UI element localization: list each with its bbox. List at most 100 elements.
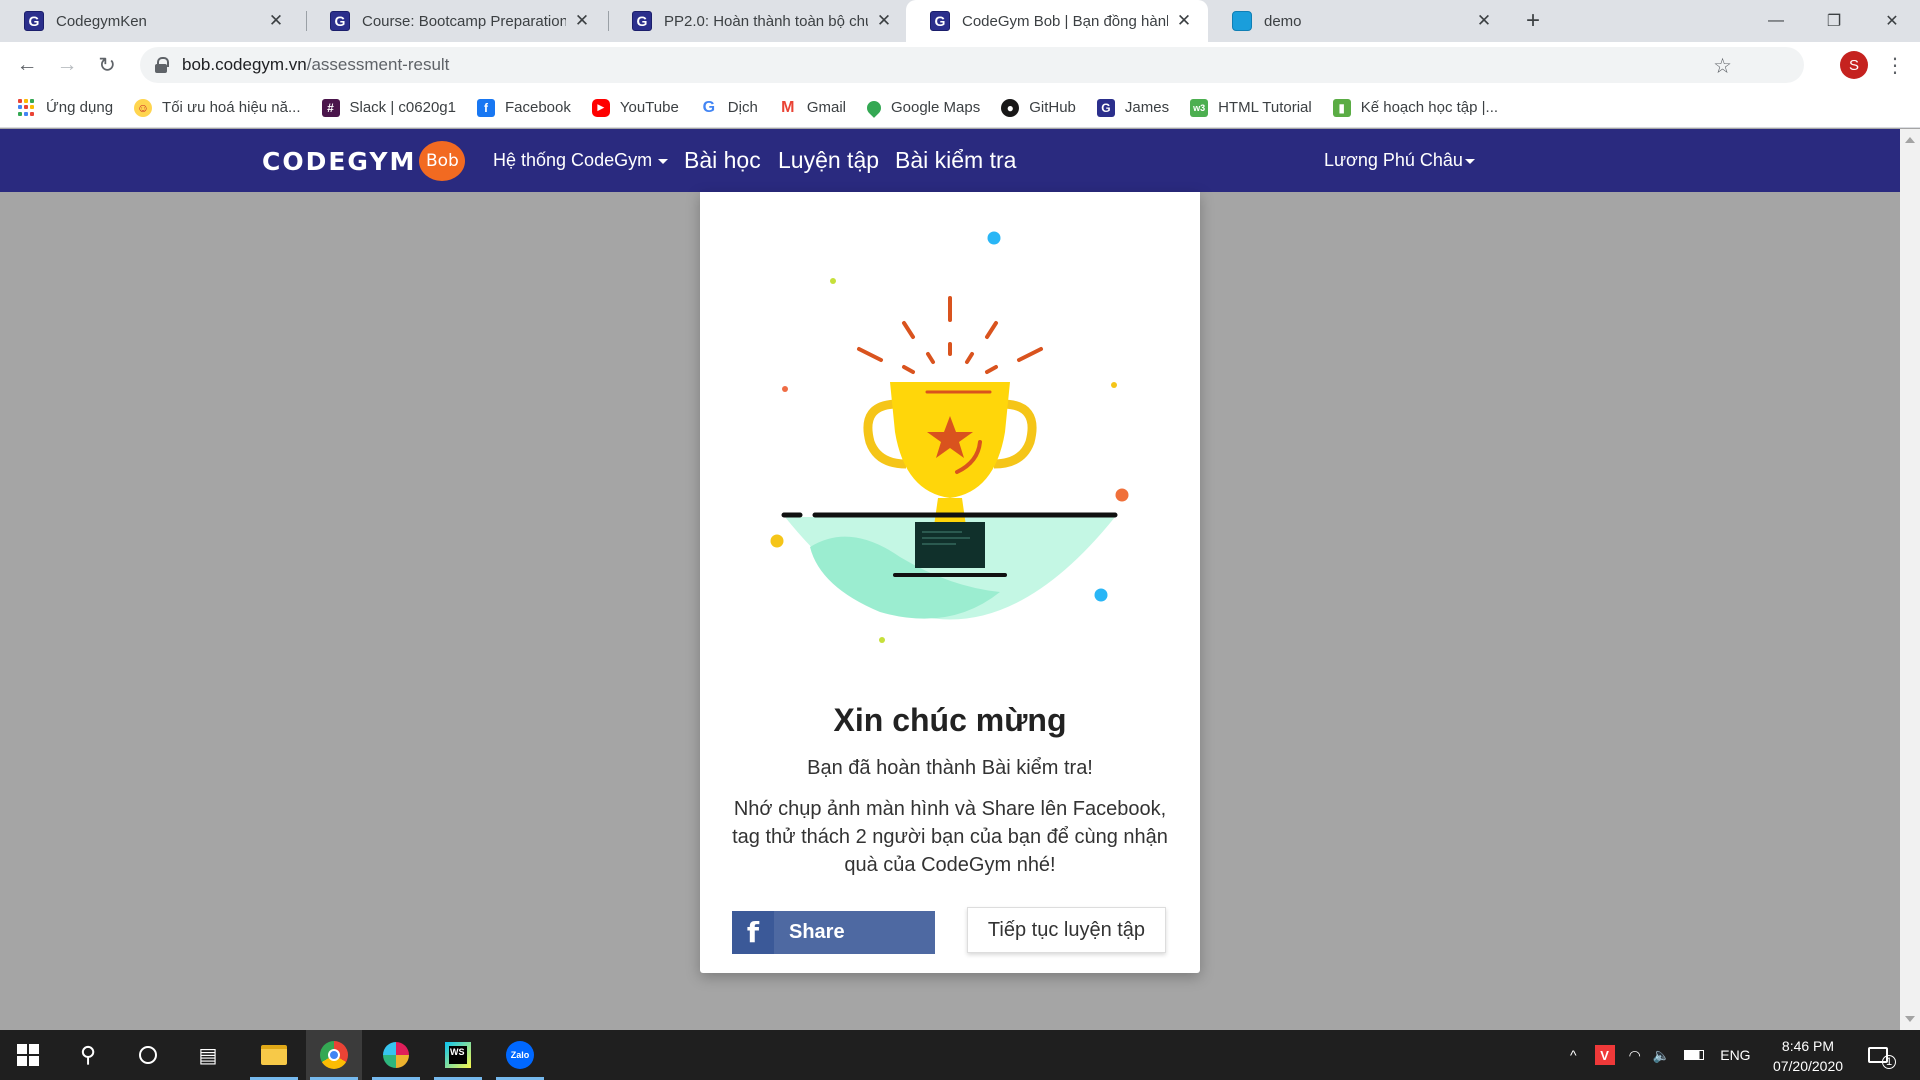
wifi-icon[interactable]: ◠ [1629, 1047, 1641, 1064]
site-navbar: CODEGYM Bob Hệ thống CodeGym Bài học Luy… [0, 129, 1900, 192]
bookmark-translate[interactable]: G Dịch [700, 99, 758, 117]
bookmark-james[interactable]: G James [1096, 98, 1169, 117]
file-explorer-button[interactable] [246, 1030, 302, 1080]
chevron-down-icon [658, 158, 669, 164]
confetti-dot [879, 637, 885, 643]
reload-button[interactable]: ↻ [92, 50, 122, 80]
bookmark-github[interactable]: ● GitHub [1001, 98, 1076, 117]
bookmark-slack[interactable]: # Slack | c0620g1 [321, 98, 456, 117]
chrome-menu-icon[interactable]: ⋮ [1880, 50, 1910, 80]
tab-title: demo [1264, 12, 1302, 30]
webstorm-taskbar-button[interactable]: WS [430, 1030, 486, 1080]
task-view-icon: ▤ [198, 1044, 218, 1067]
tab-demo[interactable]: demo ✕ [1208, 0, 1508, 42]
continue-practice-button[interactable]: Tiếp tục luyện tập [967, 907, 1166, 953]
codegym-icon: G [1096, 98, 1115, 117]
volume-icon[interactable]: 🔈 [1653, 1047, 1670, 1064]
tab-pp2[interactable]: G PP2.0: Hoàn thành toàn bộ chươ ✕ [608, 0, 908, 42]
page-scrollbar[interactable] [1900, 129, 1920, 1030]
start-button[interactable] [0, 1030, 56, 1080]
url-path: /assessment-result [306, 55, 450, 74]
address-bar[interactable]: bob.codegym.vn/assessment-result ☆ [140, 47, 1804, 83]
scroll-up-arrow-icon[interactable] [1905, 137, 1915, 143]
bookmark-apps[interactable]: Ứng dụng [18, 98, 114, 117]
bookmark-star-icon[interactable]: ☆ [1713, 54, 1732, 79]
browser-toolbar: ← → ↻ bob.codegym.vn/assessment-result ☆… [0, 42, 1920, 88]
facebook-icon: f [732, 911, 774, 954]
bookmark-label: Dịch [727, 99, 758, 116]
nav-lessons[interactable]: Bài học [684, 147, 761, 174]
bookmark-html-tutorial[interactable]: w3 HTML Tutorial [1190, 98, 1312, 117]
logo-text: CODEGYM [262, 146, 417, 176]
action-center-button[interactable]: 1 [1868, 1030, 1896, 1080]
bookmark-label: GitHub [1029, 99, 1076, 116]
confetti-dot [1094, 588, 1108, 602]
bookmark-label: Ứng dụng [46, 99, 114, 116]
confetti-dot [987, 231, 1001, 245]
battery-icon[interactable] [1684, 1050, 1705, 1060]
new-tab-button[interactable]: + [1518, 6, 1548, 36]
minimize-button[interactable]: — [1746, 0, 1806, 42]
confetti-dot [830, 278, 836, 284]
google-icon: G [702, 98, 716, 116]
lock-icon[interactable] [154, 57, 169, 73]
user-menu-dropdown[interactable]: Lương Phú Châu [1324, 150, 1475, 171]
bookmark-youtube[interactable]: ▶ YouTube [591, 98, 679, 117]
tab-course-bootcamp[interactable]: G Course: Bootcamp Preparation 2. ✕ [306, 0, 606, 42]
vivaldi-tray-icon[interactable]: V [1594, 1045, 1615, 1065]
bookmark-label: YouTube [619, 99, 679, 116]
maps-pin-icon [864, 97, 884, 118]
windows-taskbar: ⚲ ▤ WS Zalo ^ V ◠ 🔈 ENG 8:46 PM 07/20/20… [0, 1030, 1920, 1080]
show-hidden-icons-chevron-icon[interactable]: ^ [1570, 1047, 1577, 1063]
bookmark-label: Facebook [504, 99, 571, 116]
codegym-bob-logo[interactable]: CODEGYM Bob [262, 141, 466, 181]
codegym-favicon-icon: G [24, 11, 44, 31]
bookmark-optimize[interactable]: ☺ Tối ưu hoá hiệu nă... [134, 98, 301, 117]
tab-title: CodegymKen [56, 12, 147, 30]
chrome-icon [320, 1041, 348, 1069]
taskbar-clock[interactable]: 8:46 PM 07/20/2020 [1760, 1036, 1856, 1076]
search-button[interactable]: ⚲ [60, 1030, 116, 1080]
zalo-taskbar-button[interactable]: Zalo [492, 1030, 548, 1080]
chrome-taskbar-button[interactable] [306, 1030, 362, 1080]
bookmark-label: Kế hoạch học tập |... [1360, 99, 1499, 116]
result-modal: Xin chúc mừng Bạn đã hoàn thành Bài kiểm… [700, 192, 1200, 973]
nav-tests[interactable]: Bài kiểm tra [895, 147, 1016, 174]
youtube-icon: ▶ [591, 98, 610, 117]
slack-icon: # [321, 98, 340, 117]
back-button[interactable]: ← [12, 50, 42, 80]
close-window-button[interactable]: ✕ [1862, 0, 1920, 42]
codegym-favicon-icon: G [632, 11, 652, 31]
confetti-dot [782, 386, 788, 392]
slack-taskbar-button[interactable] [368, 1030, 424, 1080]
forward-button[interactable]: → [52, 50, 82, 80]
trello-icon: ▮ [1332, 98, 1351, 117]
close-tab-icon[interactable]: ✕ [572, 11, 592, 31]
bookmark-facebook[interactable]: f Facebook [476, 98, 571, 117]
input-language-indicator[interactable]: ENG [1720, 1047, 1750, 1063]
confetti-dot [1115, 488, 1129, 502]
bookmark-label: Tối ưu hoá hiệu nă... [162, 99, 301, 116]
notification-icon [1868, 1047, 1888, 1063]
close-tab-icon[interactable]: ✕ [1174, 11, 1194, 31]
tab-codegymken[interactable]: G CodegymKen ✕ [0, 0, 300, 42]
profile-avatar[interactable]: S [1840, 51, 1868, 79]
close-tab-icon[interactable]: ✕ [1474, 11, 1494, 31]
webstorm-icon: WS [445, 1042, 471, 1068]
trophy-illustration [770, 231, 1129, 643]
nav-practice[interactable]: Luyện tập [778, 147, 879, 174]
cortana-button[interactable] [120, 1030, 176, 1080]
restore-button[interactable]: ❐ [1804, 0, 1864, 42]
tab-codegym-bob[interactable]: G CodeGym Bob | Bạn đồng hành c ✕ [906, 0, 1208, 42]
chevron-down-icon [1464, 158, 1475, 164]
bookmark-google-maps[interactable]: Google Maps [864, 97, 980, 118]
facebook-share-button[interactable]: f Share [732, 911, 935, 954]
close-tab-icon[interactable]: ✕ [266, 11, 286, 31]
bookmark-gmail[interactable]: M Gmail [779, 99, 846, 117]
scroll-down-arrow-icon[interactable] [1905, 1016, 1915, 1022]
close-tab-icon[interactable]: ✕ [874, 11, 894, 31]
task-view-button[interactable]: ▤ [180, 1030, 236, 1080]
cortana-circle-icon [139, 1046, 157, 1064]
bookmark-study-plan[interactable]: ▮ Kế hoạch học tập |... [1332, 98, 1499, 117]
nav-system-dropdown[interactable]: Hệ thống CodeGym [493, 150, 669, 171]
